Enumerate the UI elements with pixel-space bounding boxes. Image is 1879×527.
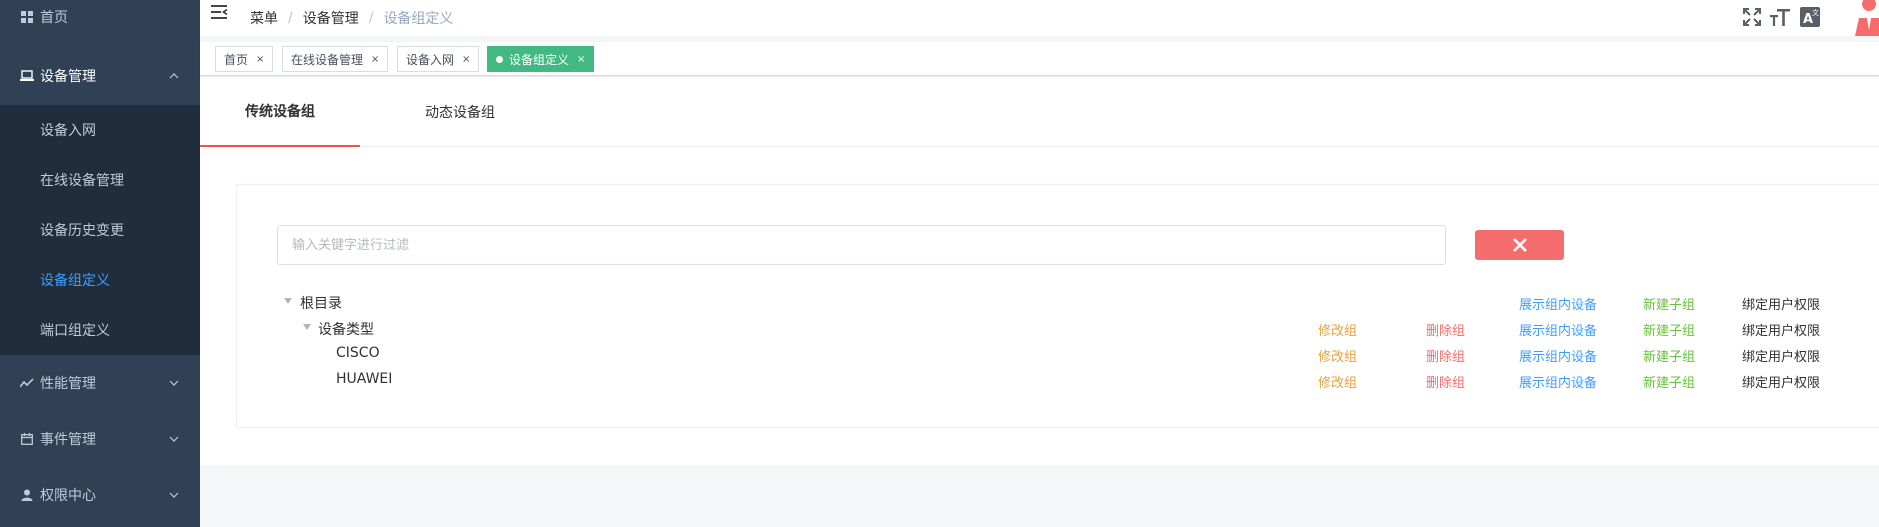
font-size-icon[interactable] (1769, 6, 1791, 28)
add-subgroup-link[interactable]: 新建子组 (1643, 320, 1695, 339)
close-icon[interactable]: × (371, 54, 379, 65)
tag-label: 设备组定义 (509, 52, 570, 67)
breadcrumb-current: 设备组定义 (383, 11, 454, 27)
bind-permissions-link[interactable]: 绑定用户权限 (1742, 372, 1820, 391)
delete-group-link[interactable]: 删除组 (1426, 346, 1465, 365)
avatar[interactable] (1851, 0, 1879, 36)
chevron-down-icon (168, 433, 180, 445)
show-devices-link[interactable]: 展示组内设备 (1519, 294, 1597, 313)
hamburger-icon[interactable] (211, 4, 229, 20)
edit-group-link[interactable]: 修改组 (1318, 346, 1357, 365)
bind-permissions-link[interactable]: 绑定用户权限 (1742, 320, 1820, 339)
caret-down-icon[interactable] (284, 298, 292, 304)
add-subgroup-link[interactable]: 新建子组 (1643, 346, 1695, 365)
breadcrumb: 菜单 / 设备管理 / 设备组定义 (250, 8, 453, 28)
tab-label: 动态设备组 (425, 105, 495, 121)
close-icon[interactable]: × (256, 54, 264, 65)
caret-down-icon[interactable] (303, 324, 311, 330)
filter-input[interactable] (277, 225, 1446, 265)
show-devices-link[interactable]: 展示组内设备 (1519, 372, 1597, 391)
chevron-down-icon (168, 489, 180, 501)
tag-label: 设备入网 (406, 52, 455, 67)
sidebar-subitem-device-onboarding[interactable]: 设备入网 (0, 105, 200, 155)
tree-node-label: 根目录 (300, 296, 342, 312)
add-subgroup-link[interactable]: 新建子组 (1643, 294, 1695, 313)
sidebar-subitem-online-devices[interactable]: 在线设备管理 (0, 155, 200, 205)
tag-label: 首页 (224, 52, 249, 67)
tag-home[interactable]: 首页 × (215, 46, 274, 72)
sidebar-subitem-label: 端口组定义 (40, 323, 110, 339)
sidebar-subitem-label: 在线设备管理 (40, 173, 124, 189)
breadcrumb-item[interactable]: 菜单 (250, 8, 278, 28)
tag-device-onboarding[interactable]: 设备入网 × (397, 46, 480, 72)
breadcrumb-item[interactable]: 设备管理 (303, 8, 359, 28)
user-icon (20, 488, 34, 502)
tree-node-root[interactable]: 根目录 展示组内设备 新建子组 绑定用户权限 (237, 289, 1879, 315)
sidebar-subitem-label: 设备入网 (40, 123, 96, 139)
tab-label: 传统设备组 (245, 104, 315, 120)
group-tree-panel: 根目录 展示组内设备 新建子组 绑定用户权限 设备类型 修改组 删除组 展示组内… (236, 184, 1879, 428)
tree-node-device-type[interactable]: 设备类型 修改组 删除组 展示组内设备 新建子组 绑定用户权限 (237, 315, 1879, 341)
trend-icon (20, 376, 34, 390)
active-dot-icon (496, 55, 503, 63)
delete-group-link[interactable]: 删除组 (1426, 320, 1465, 339)
translate-icon[interactable]: A文 (1799, 6, 1821, 28)
tree-node-cisco[interactable]: CISCO 修改组 删除组 展示组内设备 新建子组 绑定用户权限 (237, 341, 1879, 367)
tag-label: 在线设备管理 (291, 52, 364, 67)
fullscreen-icon[interactable] (1741, 6, 1763, 28)
sidebar-subitem-port-groups[interactable]: 端口组定义 (0, 305, 200, 355)
main-content: 传统设备组 动态设备组 根目录 展示组内设备 新建子组 绑定用户权限 设备类型 … (200, 77, 1879, 465)
sidebar-item-label: 权限中心 (40, 488, 96, 504)
grid-icon (20, 10, 34, 24)
bind-permissions-link[interactable]: 绑定用户权限 (1742, 294, 1820, 313)
sidebar-subitem-device-history[interactable]: 设备历史变更 (0, 205, 200, 255)
sidebar-item-label: 设备管理 (40, 69, 96, 85)
top-navbar: 菜单 / 设备管理 / 设备组定义 A文 (200, 0, 1879, 36)
delete-group-link[interactable]: 删除组 (1426, 372, 1465, 391)
sidebar-item-label: 首页 (40, 10, 68, 26)
edit-group-link[interactable]: 修改组 (1318, 372, 1357, 391)
sidebar-subitem-label: 设备历史变更 (40, 223, 124, 239)
breadcrumb-separator: / (368, 10, 374, 26)
chevron-down-icon (168, 377, 180, 389)
sidebar-item-label: 性能管理 (40, 376, 96, 392)
sidebar-item-device-management[interactable]: 设备管理 (0, 48, 200, 104)
add-subgroup-link[interactable]: 新建子组 (1643, 372, 1695, 391)
bind-permissions-link[interactable]: 绑定用户权限 (1742, 346, 1820, 365)
tree-node-label: CISCO (336, 345, 380, 361)
sidebar: 首页 设备管理 设备入网 在线设备管理 设备历史变更 设备组定义 端口组定义 性… (0, 0, 200, 527)
sidebar-item-performance[interactable]: 性能管理 (0, 355, 200, 411)
sidebar-subitem-device-groups[interactable]: 设备组定义 (0, 255, 200, 305)
sidebar-subitem-label: 设备组定义 (40, 273, 110, 289)
breadcrumb-separator: / (288, 10, 293, 26)
clear-filter-button[interactable] (1475, 230, 1564, 260)
sidebar-item-home[interactable]: 首页 (0, 0, 200, 41)
tab-traditional-groups[interactable]: 传统设备组 (200, 77, 360, 147)
sidebar-item-label: 事件管理 (40, 432, 96, 448)
tag-device-groups[interactable]: 设备组定义 × (487, 46, 595, 72)
tab-bar: 传统设备组 动态设备组 (200, 77, 1879, 147)
laptop-icon (20, 69, 34, 83)
close-icon (1512, 238, 1527, 252)
show-devices-link[interactable]: 展示组内设备 (1519, 346, 1597, 365)
sidebar-item-permissions[interactable]: 权限中心 (0, 467, 200, 523)
edit-group-link[interactable]: 修改组 (1318, 320, 1357, 339)
tree-node-huawei[interactable]: HUAWEI 修改组 删除组 展示组内设备 新建子组 绑定用户权限 (237, 367, 1879, 393)
close-icon[interactable]: × (462, 54, 470, 65)
tree-node-label: HUAWEI (336, 371, 393, 387)
tab-dynamic-groups[interactable]: 动态设备组 (360, 77, 560, 147)
sidebar-item-events[interactable]: 事件管理 (0, 411, 200, 467)
chevron-up-icon (168, 70, 180, 82)
calendar-icon (20, 432, 34, 446)
show-devices-link[interactable]: 展示组内设备 (1519, 320, 1597, 339)
close-icon[interactable]: × (577, 54, 585, 65)
tag-online-devices[interactable]: 在线设备管理 × (282, 46, 389, 72)
tags-view: 首页 × 在线设备管理 × 设备入网 × 设备组定义 × (200, 42, 1879, 76)
svg-text:文: 文 (1812, 8, 1819, 17)
tree-node-label: 设备类型 (318, 322, 374, 338)
